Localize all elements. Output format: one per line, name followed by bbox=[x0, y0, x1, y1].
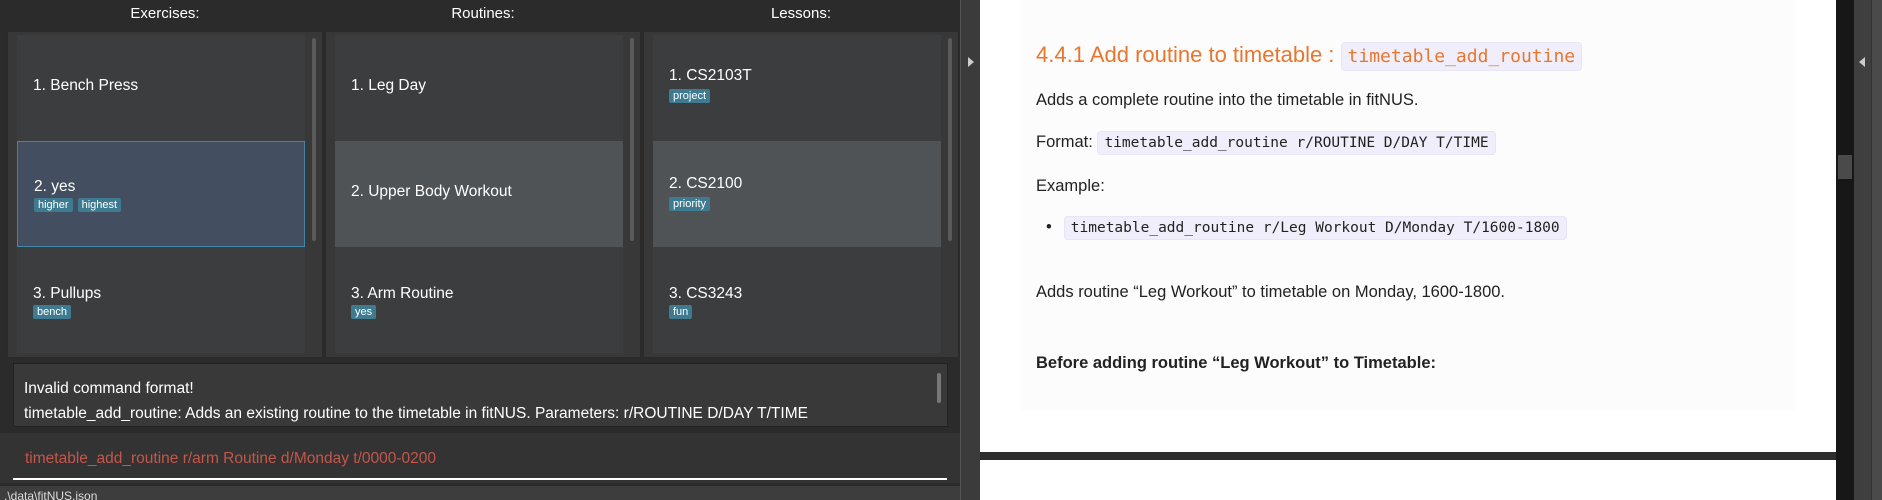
format-line: Format: timetable_add_routine r/ROUTINE … bbox=[1036, 131, 1496, 155]
tag: higher bbox=[34, 198, 73, 212]
tag: highest bbox=[77, 198, 122, 212]
window-edge bbox=[1872, 0, 1882, 500]
exercise-list: 1. Bench Press 2. yes higher highest 3. P… bbox=[7, 31, 323, 358]
expand-right-arrow-icon[interactable] bbox=[968, 57, 974, 67]
lesson-list: 1. CS2103T project 2. CS2100 priority 3.… bbox=[643, 31, 959, 358]
lesson-item[interactable]: 2. CS2100 priority bbox=[653, 141, 941, 247]
section-heading: 4.4.1 Add routine to timetable : timetab… bbox=[1036, 42, 1583, 71]
right-splitter[interactable] bbox=[1854, 0, 1872, 500]
exercise-label: 1. Bench Press bbox=[33, 77, 139, 94]
before-heading: Before adding routine “Leg Workout” to T… bbox=[1036, 354, 1436, 372]
exercise-item[interactable]: 1. Bench Press bbox=[17, 35, 305, 141]
routines-header: Routines: bbox=[451, 5, 515, 22]
scrollbar[interactable] bbox=[948, 38, 952, 241]
result-line: timetable_add_routine: Adds an existing … bbox=[24, 405, 808, 422]
routine-item[interactable]: 2. Upper Body Workout bbox=[335, 141, 623, 247]
command-input[interactable]: timetable_add_routine r/arm Routine d/Mo… bbox=[25, 450, 436, 468]
example-label: Example: bbox=[1036, 177, 1105, 195]
example-description: Adds routine “Leg Workout” to timetable … bbox=[1036, 283, 1506, 301]
tag: project bbox=[669, 89, 711, 103]
page-divider bbox=[980, 452, 1836, 460]
result-scrollbar[interactable] bbox=[937, 373, 941, 403]
doc-scrollbar[interactable] bbox=[1836, 0, 1854, 500]
fitnus-app: Exercises: Routines: Lessons: 1. Bench P… bbox=[0, 0, 960, 500]
tag: yes bbox=[351, 305, 377, 319]
lesson-item[interactable]: 3. CS3243 fun bbox=[653, 247, 941, 353]
scrollbar[interactable] bbox=[630, 38, 634, 241]
lessons-header: Lessons: bbox=[770, 5, 832, 22]
command-underline bbox=[13, 478, 947, 480]
lesson-label: 2. CS2100 bbox=[669, 175, 743, 192]
exercise-item-selected[interactable]: 2. yes higher highest bbox=[17, 141, 305, 247]
status-bar: .\data\fitNUS.json bbox=[0, 486, 960, 500]
example-code: timetable_add_routine r/Leg Workout D/Mo… bbox=[1063, 216, 1567, 240]
example-item: • timetable_add_routine r/Leg Workout D/M… bbox=[1046, 216, 1567, 240]
routine-list: 1. Leg Day 2. Upper Body Workout 3. Arm … bbox=[325, 31, 641, 358]
user-guide-document: 4.4.1 Add routine to timetable : timetab… bbox=[980, 0, 1836, 500]
tag: fun bbox=[669, 305, 693, 319]
result-line: Invalid command format! bbox=[24, 380, 194, 397]
routine-item[interactable]: 1. Leg Day bbox=[335, 35, 623, 141]
result-display: Invalid command format! timetable_add_ro… bbox=[13, 363, 948, 427]
expand-left-arrow-icon[interactable] bbox=[1859, 57, 1865, 67]
tag: bench bbox=[33, 305, 71, 319]
tag: priority bbox=[669, 197, 711, 211]
heading-code: timetable_add_routine bbox=[1340, 42, 1583, 71]
routine-label: 3. Arm Routine bbox=[351, 285, 454, 302]
exercise-label: 3. Pullups bbox=[33, 285, 102, 302]
exercise-item[interactable]: 3. Pullups bench bbox=[17, 247, 305, 353]
left-splitter[interactable] bbox=[960, 0, 980, 500]
routine-item[interactable]: 3. Arm Routine yes bbox=[335, 247, 623, 353]
routine-label: 1. Leg Day bbox=[351, 77, 426, 94]
bullet-icon: • bbox=[1046, 218, 1052, 236]
routine-label: 2. Upper Body Workout bbox=[351, 183, 512, 200]
lesson-label: 3. CS3243 bbox=[669, 285, 743, 302]
exercise-label: 2. yes bbox=[34, 178, 76, 195]
intro-text: Adds a complete routine into the timetab… bbox=[1036, 91, 1419, 109]
command-box[interactable]: timetable_add_routine r/arm Routine d/Mo… bbox=[0, 433, 960, 483]
exercises-header: Exercises: bbox=[130, 5, 200, 22]
lesson-label: 1. CS2103T bbox=[669, 67, 752, 84]
format-code: timetable_add_routine r/ROUTINE D/DAY T/… bbox=[1097, 131, 1496, 155]
scrollbar-thumb[interactable] bbox=[1838, 155, 1852, 179]
scrollbar[interactable] bbox=[312, 38, 316, 241]
lesson-item[interactable]: 1. CS2103T project bbox=[653, 35, 941, 141]
